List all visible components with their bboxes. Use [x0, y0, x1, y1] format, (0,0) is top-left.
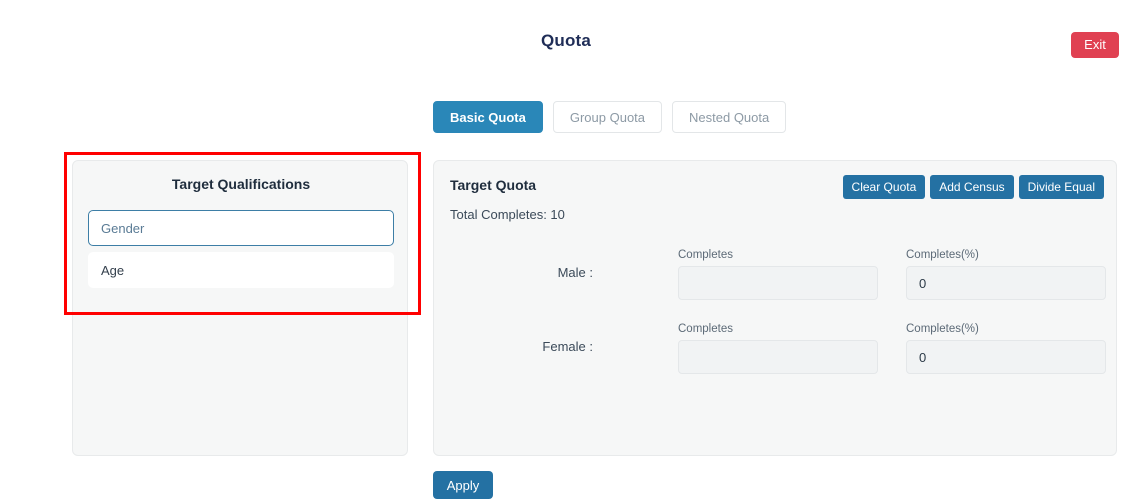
completes-field-group-male: Completes [678, 249, 878, 300]
completes-input-female[interactable] [678, 340, 878, 374]
qualification-list: Gender Age [88, 210, 394, 294]
target-qualifications-title: Target Qualifications [171, 176, 311, 192]
completes-percent-field-group-male: Completes(%) [906, 249, 1106, 300]
quota-tab-bar: Basic Quota Group Quota Nested Quota [433, 101, 787, 133]
completes-label-female: Completes [678, 323, 733, 335]
add-census-button[interactable]: Add Census [930, 175, 1014, 199]
completes-percent-label-female: Completes(%) [906, 323, 979, 335]
total-completes-text: Total Completes: 10 [450, 207, 565, 222]
tab-nested-quota[interactable]: Nested Quota [672, 101, 787, 133]
completes-percent-field-group-female: Completes(%) [906, 323, 1106, 374]
completes-label-male: Completes [678, 249, 733, 261]
exit-button[interactable]: Exit [1071, 32, 1119, 58]
completes-field-group-female: Completes [678, 323, 878, 374]
apply-button[interactable]: Apply [433, 471, 493, 499]
quota-row-male: Male : Completes Completes(%) [434, 249, 1118, 323]
target-quota-title: Target Quota [450, 177, 537, 193]
page-title: Quota [540, 31, 592, 50]
tab-basic-quota[interactable]: Basic Quota [433, 101, 543, 133]
quota-row-label-female: Female : [542, 339, 593, 354]
completes-percent-input-female[interactable] [906, 340, 1106, 374]
completes-input-male[interactable] [678, 266, 878, 300]
clear-quota-button[interactable]: Clear Quota [842, 175, 926, 199]
target-qualifications-panel: Target Qualifications Gender Age [72, 160, 408, 456]
quota-row-label-male: Male : [557, 265, 593, 280]
qualification-item-age[interactable]: Age [88, 252, 394, 288]
tab-group-quota[interactable]: Group Quota [552, 101, 663, 133]
quota-action-group: Clear Quota Add Census Divide Equal [842, 175, 1104, 199]
quota-row-female: Female : Completes Completes(%) [434, 323, 1118, 397]
target-quota-panel: Target Quota Total Completes: 10 Clear Q… [433, 160, 1117, 456]
completes-percent-label-male: Completes(%) [906, 249, 979, 261]
completes-percent-input-male[interactable] [906, 266, 1106, 300]
divide-equal-button[interactable]: Divide Equal [1018, 175, 1104, 199]
qualification-item-gender[interactable]: Gender [88, 210, 394, 246]
